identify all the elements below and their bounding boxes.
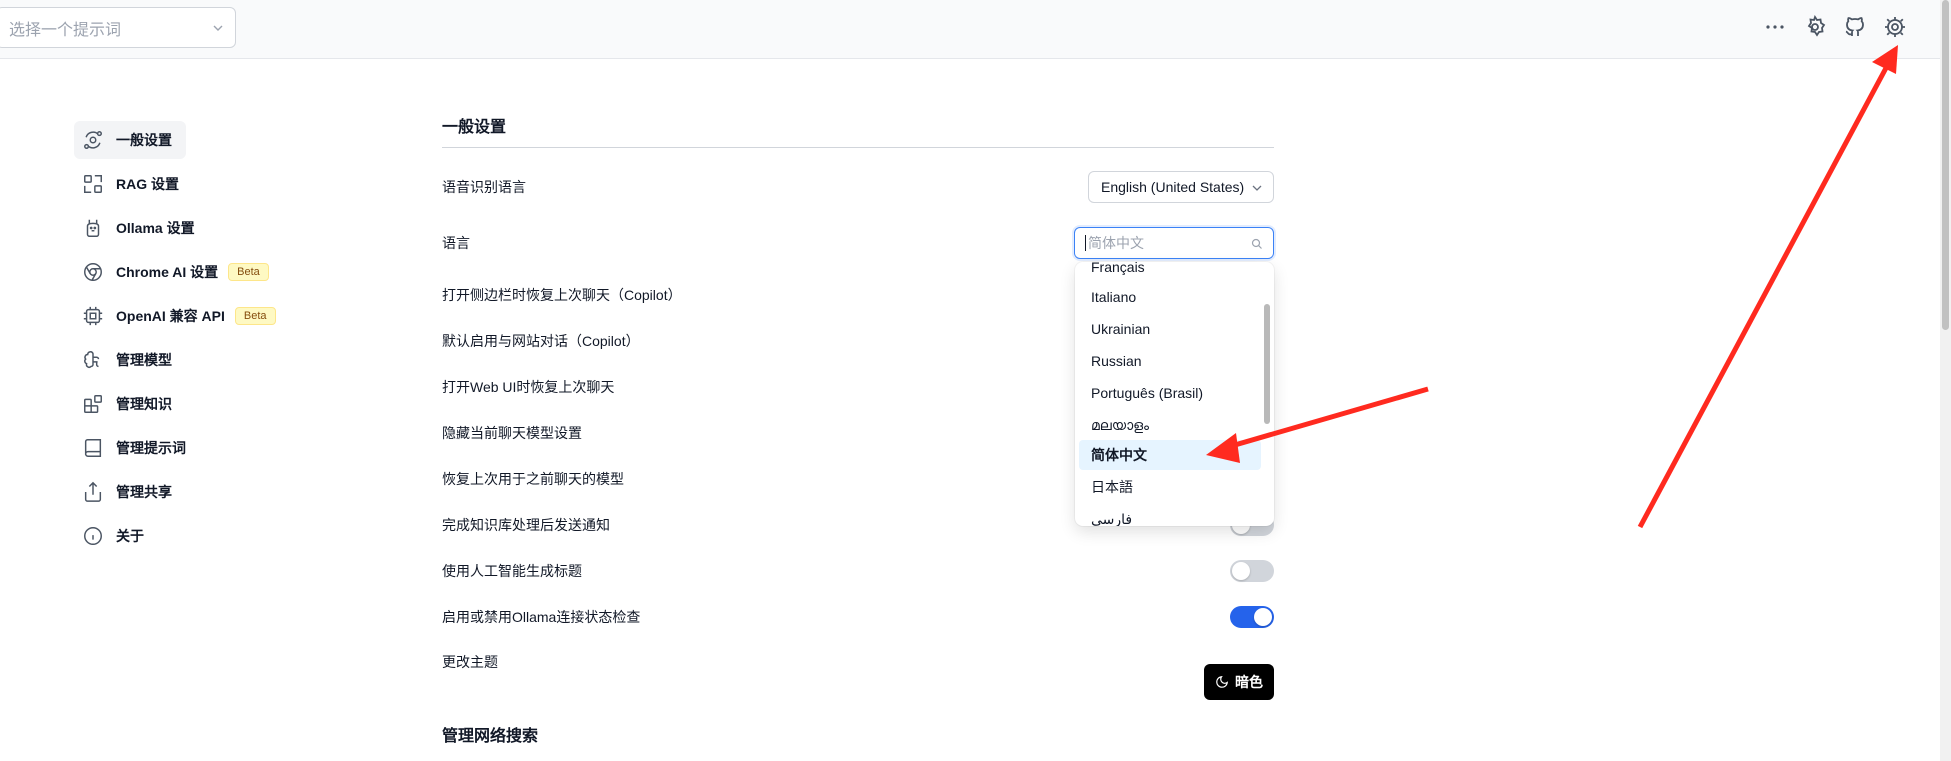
settings-sidebar: 一般设置 RAG 设置 Ollama 设置 Chrome AI 设置 Beta … xyxy=(74,121,314,561)
language-option-selected[interactable]: 简体中文 xyxy=(1079,440,1261,470)
sidebar-item-general[interactable]: 一般设置 xyxy=(74,121,186,159)
sidebar-item-about[interactable]: 关于 xyxy=(74,517,314,555)
dropdown-scrollbar[interactable] xyxy=(1264,304,1270,424)
sidebar-item-chrome-ai[interactable]: Chrome AI 设置 Beta xyxy=(74,253,314,291)
brain-icon xyxy=(84,351,100,368)
language-option[interactable]: Português (Brasil) xyxy=(1079,378,1261,408)
llama-icon xyxy=(86,219,100,237)
ollama-settings-icon[interactable] xyxy=(1802,13,1828,41)
sidebar-item-label: Chrome AI 设置 xyxy=(116,264,219,280)
prompt-select-placeholder: 选择一个提示词 xyxy=(9,21,122,39)
beta-badge: Beta xyxy=(228,263,269,281)
chevron-down-icon xyxy=(1252,185,1262,191)
top-bar: 选择一个提示词 xyxy=(0,0,1951,59)
prompt-select[interactable]: 选择一个提示词 xyxy=(0,7,236,48)
setting-label: 完成知识库处理后发送通知 xyxy=(442,517,610,533)
ai-title-toggle[interactable] xyxy=(1230,560,1274,582)
cpu-icon xyxy=(83,306,103,326)
sidebar-item-rag[interactable]: RAG 设置 xyxy=(74,165,314,203)
sidebar-item-label: RAG 设置 xyxy=(116,176,179,192)
setting-label: 使用人工智能生成标题 xyxy=(442,563,582,579)
setting-label: 打开侧边栏时恢复上次聊天（Copilot） xyxy=(442,287,682,303)
sidebar-item-prompts[interactable]: 管理提示词 xyxy=(74,429,314,467)
more-icon[interactable] xyxy=(1762,13,1788,41)
language-row: 语言 简体中文 xyxy=(442,227,1274,267)
sidebar-item-label: 管理知识 xyxy=(116,396,172,412)
language-option[interactable]: فارسی xyxy=(1079,504,1261,527)
language-option[interactable]: 日本語 xyxy=(1079,472,1261,502)
language-dropdown: Français Italiano Ukrainian Russian Port… xyxy=(1075,262,1274,526)
language-option[interactable]: Ukrainian xyxy=(1079,314,1261,344)
section-title: 管理网络搜索 xyxy=(442,728,539,745)
speech-language-value: English (United States) xyxy=(1101,179,1245,195)
sidebar-item-label: Ollama 设置 xyxy=(116,220,195,236)
sidebar-item-models[interactable]: 管理模型 xyxy=(74,341,314,379)
moon-icon xyxy=(1216,676,1228,688)
settings-main: 一般设置 语音识别语言 English (United States) 语言 简… xyxy=(442,105,1274,745)
language-label: 语言 xyxy=(442,235,470,251)
sidebar-item-label: 管理共享 xyxy=(116,484,172,500)
page-scrollbar-thumb[interactable] xyxy=(1942,0,1949,330)
sidebar-item-label: OpenAI 兼容 API xyxy=(116,308,225,324)
speech-language-row: 语音识别语言 English (United States) xyxy=(442,171,1274,211)
theme-label: 更改主题 xyxy=(442,654,498,670)
blocks-icon xyxy=(84,395,102,413)
chrome-icon xyxy=(84,263,102,281)
theme-row: 更改主题 暗色 xyxy=(442,652,1274,700)
section-title: 一般设置 xyxy=(442,119,507,136)
settings-icon[interactable] xyxy=(1882,13,1908,41)
arrow-to-settings-icon xyxy=(1637,45,1898,529)
sidebar-item-label: 关于 xyxy=(116,528,144,544)
top-icons xyxy=(1762,13,1908,41)
setting-label: 隐藏当前聊天模型设置 xyxy=(442,425,582,441)
scan-icon xyxy=(84,175,102,193)
book-icon xyxy=(84,439,102,457)
chevron-down-icon xyxy=(213,25,223,31)
github-icon[interactable] xyxy=(1842,13,1868,41)
section-divider xyxy=(442,147,1274,148)
search-icon xyxy=(1251,238,1262,249)
setting-label: 恢复上次用于之前聊天的模型 xyxy=(442,471,624,487)
sidebar-item-label: 管理提示词 xyxy=(116,440,186,456)
share-icon xyxy=(84,481,102,502)
sidebar-item-knowledge[interactable]: 管理知识 xyxy=(74,385,314,423)
language-option[interactable]: മലയാളം xyxy=(1079,410,1261,440)
language-option[interactable]: Russian xyxy=(1079,346,1261,376)
ollama-status-toggle[interactable] xyxy=(1230,606,1274,628)
sidebar-item-sharing[interactable]: 管理共享 xyxy=(74,473,314,511)
orbit-icon xyxy=(84,131,102,149)
toggle-knob xyxy=(1254,608,1272,626)
theme-button-label: 暗色 xyxy=(1235,674,1263,690)
sidebar-item-openai-api[interactable]: OpenAI 兼容 API Beta xyxy=(74,297,314,335)
text-caret xyxy=(1085,235,1086,251)
language-search-input[interactable]: 简体中文 xyxy=(1074,227,1274,259)
setting-label: 打开Web UI时恢复上次聊天 xyxy=(442,379,615,395)
beta-badge: Beta xyxy=(234,307,276,325)
setting-label: 启用或禁用Ollama连接状态检查 xyxy=(442,609,641,625)
page-scrollbar[interactable] xyxy=(1940,0,1951,761)
speech-language-label: 语音识别语言 xyxy=(442,179,526,195)
sidebar-item-ollama[interactable]: Ollama 设置 xyxy=(74,209,314,247)
dark-theme-button[interactable]: 暗色 xyxy=(1204,664,1274,700)
sidebar-item-label: 一般设置 xyxy=(116,132,172,148)
language-input-placeholder: 简体中文 xyxy=(1088,235,1144,251)
language-option[interactable]: Italiano xyxy=(1079,282,1261,312)
setting-label: 默认启用与网站对话（Copilot） xyxy=(442,333,640,349)
info-icon xyxy=(84,527,102,545)
sidebar-item-label: 管理模型 xyxy=(116,352,172,368)
toggle-knob xyxy=(1232,562,1250,580)
language-option[interactable]: Français xyxy=(1079,262,1261,282)
speech-language-select[interactable]: English (United States) xyxy=(1088,171,1274,203)
